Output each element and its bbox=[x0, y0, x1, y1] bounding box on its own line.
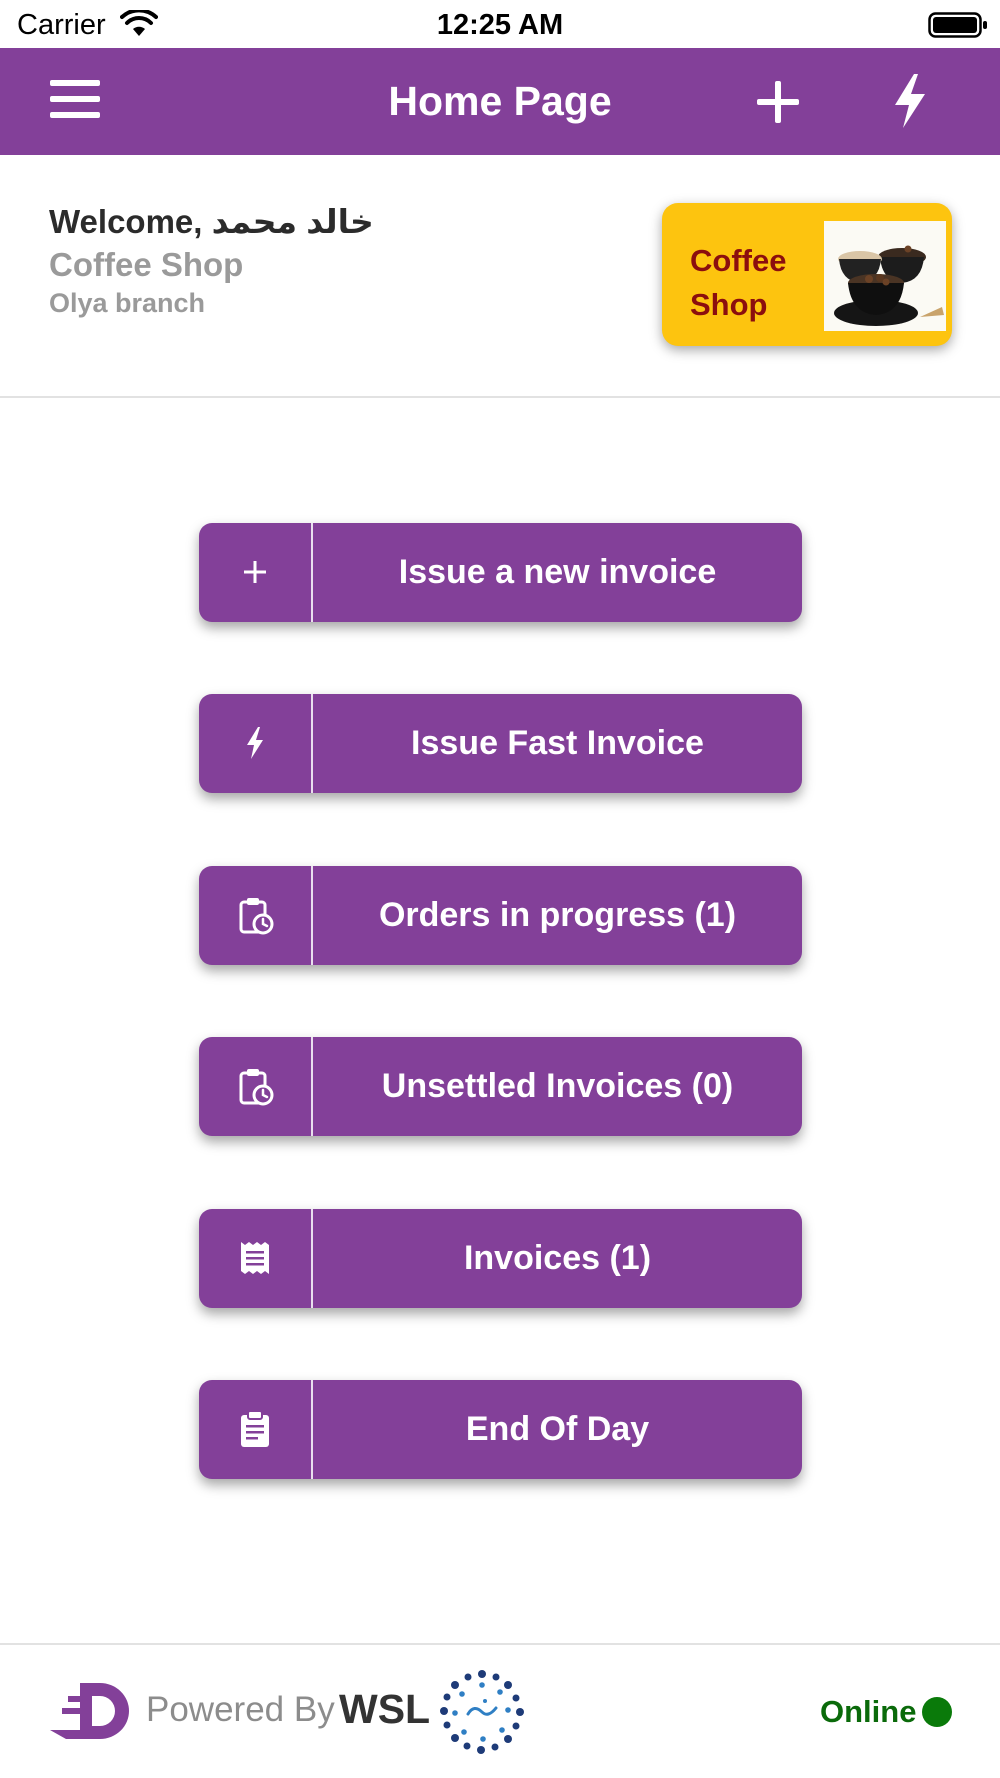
coffee-cups-image bbox=[824, 221, 946, 331]
receipt-icon bbox=[199, 1209, 311, 1308]
d-logo-icon bbox=[50, 1683, 129, 1739]
shop-name: Coffee Shop bbox=[49, 246, 244, 283]
welcome-greeting: Welcome, خالد محمد bbox=[49, 203, 374, 240]
header-divider bbox=[0, 396, 1000, 398]
battery-icon bbox=[928, 12, 987, 38]
powered-by-label: Powered By bbox=[146, 1690, 335, 1729]
clipboard-clock-icon bbox=[199, 1037, 311, 1136]
nav-bar: Home Page bbox=[0, 48, 1000, 155]
unsettled-invoices-label: Unsettled Invoices (0) bbox=[381, 1067, 734, 1105]
end-of-day-label: End Of Day bbox=[465, 1410, 650, 1448]
shop-logo: Coffee Shop bbox=[662, 203, 952, 346]
clipboard-list-icon bbox=[199, 1380, 311, 1479]
branch-name: Olya branch bbox=[49, 288, 206, 318]
flash-icon[interactable] bbox=[890, 72, 930, 130]
end-of-day-button[interactable]: End Of Day bbox=[199, 1380, 802, 1479]
status-bar: Carrier 12:25 AM bbox=[0, 0, 1000, 48]
invoices-button[interactable]: Invoices (1) bbox=[199, 1209, 802, 1308]
wsl-brand: WSL bbox=[339, 1686, 431, 1732]
page-title: Home Page bbox=[388, 78, 612, 124]
orders-in-progress-button[interactable]: Orders in progress (1) bbox=[199, 866, 802, 965]
invoices-label: Invoices (1) bbox=[463, 1239, 652, 1277]
clipboard-clock-icon bbox=[199, 866, 311, 965]
issue-new-invoice-label: Issue a new invoice bbox=[398, 553, 717, 591]
footer-divider bbox=[0, 1643, 1000, 1645]
online-status-label: Online bbox=[820, 1694, 917, 1729]
plus-icon bbox=[199, 523, 311, 622]
wsl-logo-icon bbox=[440, 1670, 524, 1754]
status-time: 12:25 AM bbox=[436, 9, 564, 41]
issue-fast-invoice-label: Issue Fast Invoice bbox=[411, 724, 704, 762]
shop-logo-text: Coffee Shop bbox=[690, 243, 787, 322]
orders-in-progress-label: Orders in progress (1) bbox=[378, 896, 737, 934]
unsettled-invoices-button[interactable]: Unsettled Invoices (0) bbox=[199, 1037, 802, 1136]
online-status-dot bbox=[922, 1697, 952, 1727]
add-icon[interactable] bbox=[754, 78, 802, 126]
issue-fast-invoice-button[interactable]: Issue Fast Invoice bbox=[199, 694, 802, 793]
issue-new-invoice-button[interactable]: Issue a new invoice bbox=[199, 523, 802, 622]
flash-icon bbox=[199, 694, 311, 793]
